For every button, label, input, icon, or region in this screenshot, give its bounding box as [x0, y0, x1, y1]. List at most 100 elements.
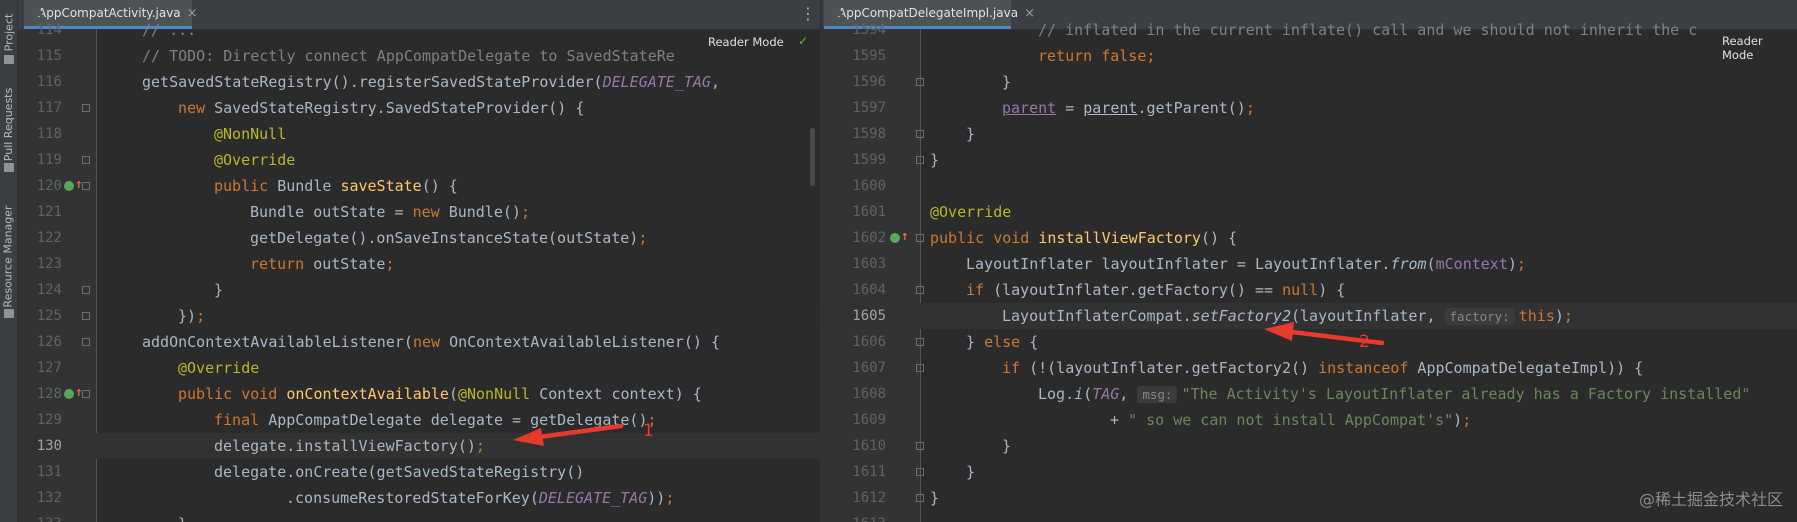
- code-line[interactable]: 1604 if (layoutInflater.getFactory() == n…: [822, 277, 1797, 303]
- code-line[interactable]: 116 getSavedStateRegistry().registerSaved…: [18, 69, 820, 95]
- code-token: }: [966, 125, 976, 143]
- code-token: (layoutInflater.getFactory() ==: [993, 281, 1283, 299]
- code-token: DELEGATE_TAG: [538, 489, 648, 507]
- code-token: null: [1282, 281, 1319, 299]
- fold-marker-icon[interactable]: [916, 364, 924, 372]
- code-token: Bundle(): [448, 203, 521, 221]
- code-text: // inflated in the current inflate() cal…: [1038, 17, 1697, 43]
- code-token: // ...: [142, 21, 197, 39]
- code-line[interactable]: 1601 @Override: [822, 199, 1797, 225]
- line-number: 125: [36, 308, 62, 324]
- code-line[interactable]: 132 .consumeRestoredStateForKey(DELEGATE_…: [18, 485, 820, 511]
- fold-marker-icon[interactable]: [82, 286, 90, 294]
- code-text: @Override: [930, 199, 1011, 225]
- fold-marker-icon[interactable]: [916, 338, 924, 346]
- code-line[interactable]: 115 // TODO: Directly connect AppCompatDe…: [18, 43, 820, 69]
- code-token: Bundle: [277, 177, 341, 195]
- code-text: }: [214, 277, 223, 303]
- fold-marker-icon[interactable]: [82, 312, 90, 320]
- code-line[interactable]: 1602 ↑ public void installViewFactory() {: [822, 225, 1797, 251]
- line-number: 130: [36, 438, 62, 454]
- code-token: ;: [638, 229, 648, 247]
- code-line[interactable]: 126 addOnContextAvailableListener(new OnC…: [18, 329, 820, 355]
- resource-manager-tool-tab[interactable]: Resource Manager: [0, 196, 17, 318]
- fold-marker-icon[interactable]: [916, 468, 924, 476]
- fold-marker-icon[interactable]: [916, 156, 924, 164]
- code-line[interactable]: 1609 + " so we can not install AppCompat'…: [822, 407, 1797, 433]
- line-number: 126: [36, 334, 62, 350]
- pull-requests-tool-tab[interactable]: Pull Requests: [0, 78, 17, 172]
- code-token: Bundle outState =: [250, 203, 413, 221]
- code-line[interactable]: 122 getDelegate().onSaveInstanceState(out…: [18, 225, 820, 251]
- fold-marker-icon[interactable]: [82, 390, 90, 398]
- fold-marker-icon[interactable]: [916, 78, 924, 86]
- code-token: parent: [1083, 99, 1138, 117]
- override-marker-icon[interactable]: ↑: [64, 386, 83, 401]
- code-line[interactable]: 1613: [822, 511, 1797, 522]
- code-line[interactable]: 1603 LayoutInflater layoutInflater = Layo…: [822, 251, 1797, 277]
- code-token: .consumeRestoredStateForKey(: [286, 489, 539, 507]
- code-token: new: [412, 333, 450, 351]
- code-text: if (layoutInflater.getFactory() == null)…: [966, 277, 1345, 303]
- code-line[interactable]: 1607 if (!(layoutInflater.getFactory2() i…: [822, 355, 1797, 381]
- code-token: outState: [313, 255, 386, 273]
- fold-marker-icon[interactable]: [916, 494, 924, 502]
- code-line[interactable]: 118 @NonNull: [18, 121, 820, 147]
- code-line[interactable]: 130 delegate.installViewFactory();: [18, 433, 820, 459]
- fold-marker-icon[interactable]: [916, 130, 924, 138]
- code-token: ) {: [1318, 281, 1346, 299]
- fold-marker-icon[interactable]: [82, 338, 90, 346]
- code-line[interactable]: 1599}: [822, 147, 1797, 173]
- code-line[interactable]: 117 new SavedStateRegistry.SavedStateProv…: [18, 95, 820, 121]
- code-line[interactable]: 124}: [18, 277, 820, 303]
- code-text: }: [1002, 433, 1011, 459]
- override-marker-icon[interactable]: ↑: [890, 230, 909, 245]
- override-marker-icon[interactable]: ↑: [64, 178, 83, 193]
- code-line[interactable]: 1611}: [822, 459, 1797, 485]
- code-text: + " so we can not install AppCompat's");: [1110, 407, 1471, 433]
- line-number: 1594: [852, 22, 886, 38]
- project-tool-tab[interactable]: Project: [0, 2, 17, 64]
- code-token: delegate.installViewFactory(): [214, 437, 476, 455]
- code-token: }: [930, 489, 940, 507]
- line-number: 1604: [852, 282, 886, 298]
- code-token: ): [1507, 255, 1517, 273]
- code-line[interactable]: 133}: [18, 511, 820, 522]
- code-line[interactable]: 1608 Log.i(TAG, msg: "The Activity's Layou…: [822, 381, 1797, 407]
- code-line[interactable]: 1598}: [822, 121, 1797, 147]
- fold-marker-icon[interactable]: [82, 182, 90, 190]
- code-line[interactable]: 129 final AppCompatDelegate delegate = ge…: [18, 407, 820, 433]
- code-text: }: [966, 459, 975, 485]
- code-line[interactable]: 128 ↑ public void onContextAvailable(@NonN…: [18, 381, 820, 407]
- code-line[interactable]: 114 // ...: [18, 17, 820, 43]
- tool-window-strip: Project Pull Requests Resource Manager: [0, 0, 18, 522]
- code-line[interactable]: 1597 parent = parent.getParent();: [822, 95, 1797, 121]
- line-number: 115: [36, 48, 62, 64]
- code-line[interactable]: 1596}: [822, 69, 1797, 95]
- code-token: ;: [1146, 47, 1156, 65]
- fold-marker-icon[interactable]: [916, 234, 924, 242]
- fold-marker-icon[interactable]: [82, 156, 90, 164]
- code-text: Log.i(TAG, msg: "The Activity's LayoutInf…: [1038, 381, 1750, 408]
- code-text: new SavedStateRegistry.SavedStateProvide…: [178, 95, 584, 121]
- code-line[interactable]: 123 return outState;: [18, 251, 820, 277]
- fold-marker-icon[interactable]: [916, 442, 924, 450]
- code-token: @Override: [930, 203, 1012, 221]
- code-line[interactable]: 131 delegate.onCreate(getSavedStateRegist…: [18, 459, 820, 485]
- line-number: 116: [36, 74, 62, 90]
- code-line[interactable]: 125});: [18, 303, 820, 329]
- code-line[interactable]: 1595 return false;: [822, 43, 1797, 69]
- code-line[interactable]: 1600: [822, 173, 1797, 199]
- fold-marker-icon[interactable]: [916, 286, 924, 294]
- code-text: });: [178, 303, 205, 329]
- code-line[interactable]: 120 ↑ public Bundle saveState() {: [18, 173, 820, 199]
- fold-marker-icon[interactable]: [82, 104, 90, 112]
- code-token: }: [1002, 437, 1012, 455]
- code-line[interactable]: 119 @Override: [18, 147, 820, 173]
- code-line[interactable]: 121 Bundle outState = new Bundle();: [18, 199, 820, 225]
- code-token: LayoutInflaterCompat.: [1002, 307, 1192, 325]
- code-line[interactable]: 127 @Override: [18, 355, 820, 381]
- code-line[interactable]: 1610}: [822, 433, 1797, 459]
- code-text: addOnContextAvailableListener(new OnCont…: [142, 329, 720, 355]
- code-line[interactable]: 1594 // inflated in the current inflate()…: [822, 17, 1797, 43]
